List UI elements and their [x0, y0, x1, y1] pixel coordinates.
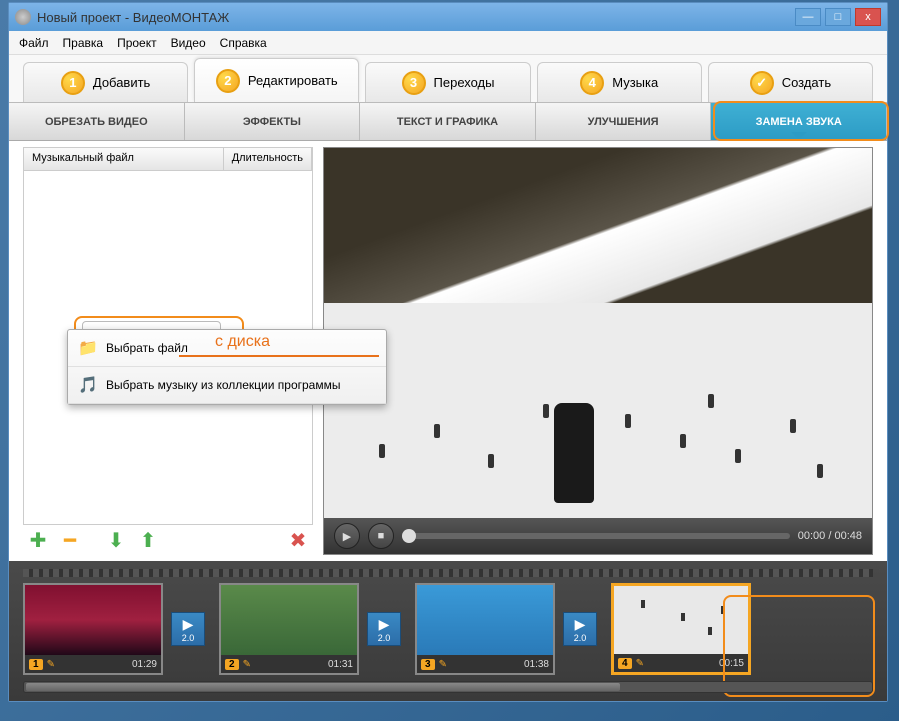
step-label: Добавить	[93, 75, 150, 90]
clip-duration: 01:31	[328, 659, 353, 670]
step-number-icon: 4	[580, 71, 604, 95]
timeline-scrollbar[interactable]	[23, 681, 873, 693]
clip-number: 2	[225, 659, 239, 670]
arrow-up-icon[interactable]: ⬆	[137, 529, 159, 551]
menu-item-choose-collection[interactable]: 🎵 Выбрать музыку из коллекции программы	[68, 367, 386, 404]
clip[interactable]: 4 ✎ 00:15	[611, 583, 751, 675]
step-transitions[interactable]: 3 Переходы	[365, 62, 530, 102]
play-button[interactable]: ▶	[334, 523, 360, 549]
annotation-text: с диска	[215, 333, 270, 351]
titlebar: Новый проект - ВидеоМОНТАЖ — □ x	[9, 3, 887, 31]
menu-item-label: Выбрать музыку из коллекции программы	[106, 378, 340, 392]
subtab-trim[interactable]: ОБРЕЗАТЬ ВИДЕО	[9, 103, 185, 140]
pencil-icon[interactable]: ✎	[243, 659, 251, 670]
step-number-icon: 2	[216, 69, 240, 93]
transition-icon: ▶	[575, 616, 586, 633]
col-file: Музыкальный файл	[24, 148, 224, 170]
step-label: Редактировать	[248, 73, 338, 88]
clip-number: 4	[618, 658, 632, 669]
music-icon: 🎵	[78, 375, 98, 395]
add-icon[interactable]: ✚	[27, 529, 49, 551]
transition-icon: ▶	[183, 616, 194, 633]
menu-video[interactable]: Видео	[171, 36, 206, 50]
clip-thumbnail	[614, 586, 748, 654]
col-duration: Длительность	[224, 148, 312, 170]
preview-video	[324, 148, 872, 518]
menu-project[interactable]: Проект	[117, 36, 157, 50]
clip-thumbnail	[221, 585, 357, 655]
clip-number: 1	[29, 659, 43, 670]
transition-duration: 2.0	[574, 633, 587, 643]
step-create[interactable]: ✓ Создать	[708, 62, 873, 102]
step-number-icon: 1	[61, 71, 85, 95]
audio-controls: ✚ ━ ⬇ ⬆ ✖	[23, 525, 313, 555]
clip[interactable]: 2 ✎ 01:31	[219, 583, 359, 675]
seek-slider[interactable]	[402, 533, 790, 539]
pencil-icon[interactable]: ✎	[636, 658, 644, 669]
transition-duration: 2.0	[378, 633, 391, 643]
folder-icon: 📁	[78, 338, 98, 358]
clip-duration: 01:29	[132, 659, 157, 670]
clip[interactable]: 3 ✎ 01:38	[415, 583, 555, 675]
step-music[interactable]: 4 Музыка	[537, 62, 702, 102]
step-number-icon: 3	[402, 71, 426, 95]
menu-help[interactable]: Справка	[220, 36, 267, 50]
transition-duration: 2.0	[182, 633, 195, 643]
audio-table-header: Музыкальный файл Длительность	[23, 147, 313, 171]
subtab-enhance[interactable]: УЛУЧШЕНИЯ	[536, 103, 712, 140]
playbar: ▶ ■ 00:00 / 00:48	[324, 518, 872, 554]
filmstrip-decoration	[23, 569, 873, 577]
subtabs: ОБРЕЗАТЬ ВИДЕО ЭФФЕКТЫ ТЕКСТ И ГРАФИКА У…	[9, 103, 887, 141]
transition-icon: ▶	[379, 616, 390, 633]
clip[interactable]: 1 ✎ 01:29	[23, 583, 163, 675]
seek-thumb[interactable]	[402, 529, 416, 543]
menu-item-label: Выбрать файл	[106, 341, 188, 355]
menubar: Файл Правка Проект Видео Справка	[9, 31, 887, 55]
step-add[interactable]: 1 Добавить	[23, 62, 188, 102]
clip-duration: 01:38	[524, 659, 549, 670]
scrollbar-thumb[interactable]	[26, 683, 620, 691]
pencil-icon[interactable]: ✎	[439, 659, 447, 670]
pencil-icon[interactable]: ✎	[47, 659, 55, 670]
step-label: Создать	[782, 75, 831, 90]
step-label: Переходы	[434, 75, 495, 90]
subtab-audio-replace[interactable]: ЗАМЕНА ЗВУКА	[711, 103, 887, 140]
stop-button[interactable]: ■	[368, 523, 394, 549]
clip-thumbnail	[25, 585, 161, 655]
step-label: Музыка	[612, 75, 658, 90]
timeline: 1 ✎ 01:29 ▶ 2.0 2 ✎ 01:31	[9, 561, 887, 701]
minimize-button[interactable]: —	[795, 8, 821, 26]
transition-button[interactable]: ▶ 2.0	[367, 612, 401, 646]
remove-icon[interactable]: ━	[59, 529, 81, 551]
check-icon: ✓	[750, 71, 774, 95]
step-edit[interactable]: 2 Редактировать	[194, 58, 359, 102]
timecode: 00:00 / 00:48	[798, 530, 862, 542]
transition-button[interactable]: ▶ 2.0	[171, 612, 205, 646]
annotation-line	[179, 355, 379, 357]
arrow-down-icon[interactable]: ⬇	[105, 529, 127, 551]
transition-button[interactable]: ▶ 2.0	[563, 612, 597, 646]
close-button[interactable]: x	[855, 8, 881, 26]
subtab-effects[interactable]: ЭФФЕКТЫ	[185, 103, 361, 140]
preview-panel: ▶ ■ 00:00 / 00:48	[323, 147, 873, 555]
step-tabs: 1 Добавить 2 Редактировать 3 Переходы 4 …	[9, 55, 887, 103]
person-silhouette	[554, 403, 594, 503]
subtab-text[interactable]: ТЕКСТ И ГРАФИКА	[360, 103, 536, 140]
clip-thumbnail	[417, 585, 553, 655]
clip-duration: 00:15	[719, 658, 744, 669]
menu-edit[interactable]: Правка	[63, 36, 104, 50]
clip-number: 3	[421, 659, 435, 670]
app-icon	[15, 9, 31, 25]
maximize-button[interactable]: □	[825, 8, 851, 26]
window-title: Новый проект - ВидеоМОНТАЖ	[37, 10, 229, 25]
delete-icon[interactable]: ✖	[287, 529, 309, 551]
menu-file[interactable]: Файл	[19, 36, 49, 50]
